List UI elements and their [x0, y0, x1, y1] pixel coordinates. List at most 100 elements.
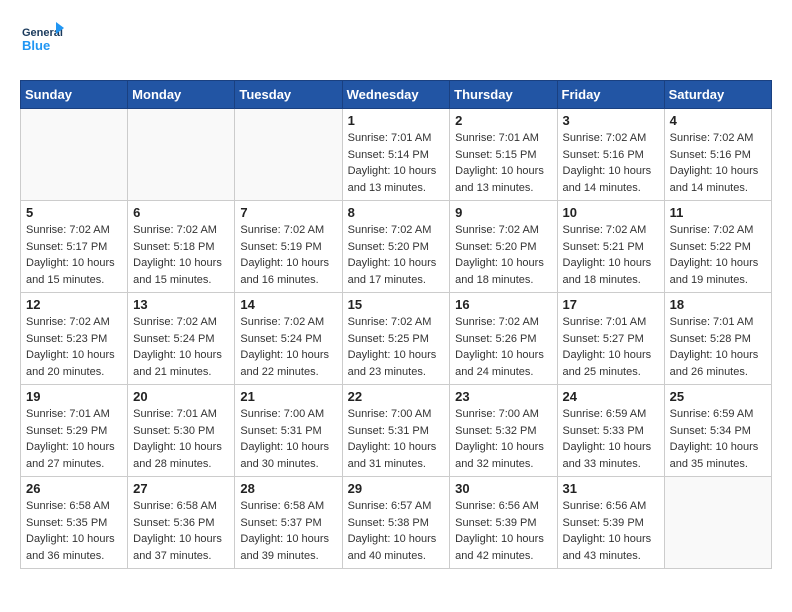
calendar-table: SundayMondayTuesdayWednesdayThursdayFrid… [20, 80, 772, 569]
day-info: Sunrise: 6:58 AMSunset: 5:36 PMDaylight:… [133, 498, 229, 564]
calendar-cell: 19 Sunrise: 7:01 AMSunset: 5:29 PMDayligh… [21, 385, 128, 477]
day-info: Sunrise: 6:58 AMSunset: 5:35 PMDaylight:… [26, 498, 122, 564]
week-row-1: 1 Sunrise: 7:01 AMSunset: 5:14 PMDaylight… [21, 109, 772, 201]
calendar-cell: 30 Sunrise: 6:56 AMSunset: 5:39 PMDayligh… [450, 477, 557, 569]
day-info: Sunrise: 7:01 AMSunset: 5:14 PMDaylight:… [348, 130, 445, 196]
day-number: 2 [455, 113, 551, 128]
day-info: Sunrise: 6:56 AMSunset: 5:39 PMDaylight:… [563, 498, 659, 564]
calendar-cell: 10 Sunrise: 7:02 AMSunset: 5:21 PMDayligh… [557, 201, 664, 293]
day-number: 28 [240, 481, 336, 496]
page-header: General Blue [20, 20, 772, 64]
calendar-cell: 5 Sunrise: 7:02 AMSunset: 5:17 PMDaylight… [21, 201, 128, 293]
day-info: Sunrise: 7:01 AMSunset: 5:29 PMDaylight:… [26, 406, 122, 472]
day-number: 23 [455, 389, 551, 404]
calendar-cell: 3Sunrise: 7:02 AMSunset: 5:16 PMDaylight… [557, 109, 664, 201]
weekday-header-friday: Friday [557, 81, 664, 109]
calendar-cell: 17Sunrise: 7:01 AMSunset: 5:27 PMDayligh… [557, 293, 664, 385]
day-number: 19 [26, 389, 122, 404]
day-number: 22 [348, 389, 445, 404]
day-number: 31 [563, 481, 659, 496]
day-info: Sunrise: 7:02 AMSunset: 5:19 PMDaylight:… [240, 222, 336, 288]
calendar-cell: 1 Sunrise: 7:01 AMSunset: 5:14 PMDaylight… [342, 109, 450, 201]
logo-svg: General Blue [20, 20, 64, 64]
day-number: 26 [26, 481, 122, 496]
day-info: Sunrise: 6:57 AMSunset: 5:38 PMDaylight:… [348, 498, 445, 564]
day-number: 20 [133, 389, 229, 404]
day-info: Sunrise: 7:02 AMSunset: 5:20 PMDaylight:… [348, 222, 445, 288]
day-info: Sunrise: 6:59 AMSunset: 5:34 PMDaylight:… [670, 406, 766, 472]
calendar-cell: 9 Sunrise: 7:02 AMSunset: 5:20 PMDaylight… [450, 201, 557, 293]
day-number: 27 [133, 481, 229, 496]
week-row-2: 5 Sunrise: 7:02 AMSunset: 5:17 PMDaylight… [21, 201, 772, 293]
day-info: Sunrise: 7:01 AMSunset: 5:30 PMDaylight:… [133, 406, 229, 472]
calendar-cell: 22 Sunrise: 7:00 AMSunset: 5:31 PMDayligh… [342, 385, 450, 477]
day-number: 6 [133, 205, 229, 220]
calendar-cell: 15 Sunrise: 7:02 AMSunset: 5:25 PMDayligh… [342, 293, 450, 385]
calendar-cell: 28 Sunrise: 6:58 AMSunset: 5:37 PMDayligh… [235, 477, 342, 569]
day-number: 14 [240, 297, 336, 312]
day-info: Sunrise: 7:00 AMSunset: 5:31 PMDaylight:… [348, 406, 445, 472]
day-info: Sunrise: 7:02 AMSunset: 5:24 PMDaylight:… [133, 314, 229, 380]
day-number: 12 [26, 297, 122, 312]
day-number: 9 [455, 205, 551, 220]
weekday-header-saturday: Saturday [664, 81, 771, 109]
day-info: Sunrise: 7:02 AMSunset: 5:20 PMDaylight:… [455, 222, 551, 288]
day-info: Sunrise: 7:01 AMSunset: 5:15 PMDaylight:… [455, 130, 551, 196]
calendar-cell: 12 Sunrise: 7:02 AMSunset: 5:23 PMDayligh… [21, 293, 128, 385]
calendar-cell: 26 Sunrise: 6:58 AMSunset: 5:35 PMDayligh… [21, 477, 128, 569]
day-info: Sunrise: 7:00 AMSunset: 5:31 PMDaylight:… [240, 406, 336, 472]
day-number: 3 [563, 113, 659, 128]
week-row-3: 12 Sunrise: 7:02 AMSunset: 5:23 PMDayligh… [21, 293, 772, 385]
day-number: 16 [455, 297, 551, 312]
day-number: 15 [348, 297, 445, 312]
calendar-cell [128, 109, 235, 201]
weekday-header-tuesday: Tuesday [235, 81, 342, 109]
week-row-4: 19 Sunrise: 7:01 AMSunset: 5:29 PMDayligh… [21, 385, 772, 477]
day-info: Sunrise: 7:01 AMSunset: 5:28 PMDaylight:… [670, 314, 766, 380]
calendar-cell: 2 Sunrise: 7:01 AMSunset: 5:15 PMDaylight… [450, 109, 557, 201]
calendar-cell: 6 Sunrise: 7:02 AMSunset: 5:18 PMDaylight… [128, 201, 235, 293]
weekday-header-sunday: Sunday [21, 81, 128, 109]
day-info: Sunrise: 6:56 AMSunset: 5:39 PMDaylight:… [455, 498, 551, 564]
day-info: Sunrise: 7:02 AMSunset: 5:22 PMDaylight:… [670, 222, 766, 288]
day-number: 18 [670, 297, 766, 312]
day-number: 21 [240, 389, 336, 404]
day-info: Sunrise: 7:02 AMSunset: 5:17 PMDaylight:… [26, 222, 122, 288]
day-info: Sunrise: 7:02 AMSunset: 5:25 PMDaylight:… [348, 314, 445, 380]
day-number: 25 [670, 389, 766, 404]
day-number: 8 [348, 205, 445, 220]
day-info: Sunrise: 6:59 AMSunset: 5:33 PMDaylight:… [563, 406, 659, 472]
day-number: 30 [455, 481, 551, 496]
day-number: 24 [563, 389, 659, 404]
day-info: Sunrise: 6:58 AMSunset: 5:37 PMDaylight:… [240, 498, 336, 564]
calendar-cell: 24 Sunrise: 6:59 AMSunset: 5:33 PMDayligh… [557, 385, 664, 477]
calendar-cell: 7Sunrise: 7:02 AMSunset: 5:19 PMDaylight… [235, 201, 342, 293]
day-number: 10 [563, 205, 659, 220]
day-info: Sunrise: 7:02 AMSunset: 5:21 PMDaylight:… [563, 222, 659, 288]
calendar-cell: 11Sunrise: 7:02 AMSunset: 5:22 PMDayligh… [664, 201, 771, 293]
day-info: Sunrise: 7:02 AMSunset: 5:23 PMDaylight:… [26, 314, 122, 380]
weekday-header-thursday: Thursday [450, 81, 557, 109]
svg-text:Blue: Blue [22, 38, 50, 53]
day-info: Sunrise: 7:02 AMSunset: 5:24 PMDaylight:… [240, 314, 336, 380]
week-row-5: 26 Sunrise: 6:58 AMSunset: 5:35 PMDayligh… [21, 477, 772, 569]
calendar-cell: 25 Sunrise: 6:59 AMSunset: 5:34 PMDayligh… [664, 385, 771, 477]
day-number: 4 [670, 113, 766, 128]
calendar-cell: 21 Sunrise: 7:00 AMSunset: 5:31 PMDayligh… [235, 385, 342, 477]
calendar-cell: 13Sunrise: 7:02 AMSunset: 5:24 PMDayligh… [128, 293, 235, 385]
day-info: Sunrise: 7:01 AMSunset: 5:27 PMDaylight:… [563, 314, 659, 380]
calendar-cell: 27 Sunrise: 6:58 AMSunset: 5:36 PMDayligh… [128, 477, 235, 569]
weekday-header-wednesday: Wednesday [342, 81, 450, 109]
day-info: Sunrise: 7:02 AMSunset: 5:18 PMDaylight:… [133, 222, 229, 288]
calendar-cell: 31 Sunrise: 6:56 AMSunset: 5:39 PMDayligh… [557, 477, 664, 569]
weekday-header-row: SundayMondayTuesdayWednesdayThursdayFrid… [21, 81, 772, 109]
calendar-cell: 14 Sunrise: 7:02 AMSunset: 5:24 PMDayligh… [235, 293, 342, 385]
day-number: 1 [348, 113, 445, 128]
day-number: 5 [26, 205, 122, 220]
calendar-cell: 16 Sunrise: 7:02 AMSunset: 5:26 PMDayligh… [450, 293, 557, 385]
day-info: Sunrise: 7:00 AMSunset: 5:32 PMDaylight:… [455, 406, 551, 472]
calendar-cell: 29Sunrise: 6:57 AMSunset: 5:38 PMDayligh… [342, 477, 450, 569]
day-info: Sunrise: 7:02 AMSunset: 5:26 PMDaylight:… [455, 314, 551, 380]
calendar-cell: 18 Sunrise: 7:01 AMSunset: 5:28 PMDayligh… [664, 293, 771, 385]
calendar-cell [235, 109, 342, 201]
